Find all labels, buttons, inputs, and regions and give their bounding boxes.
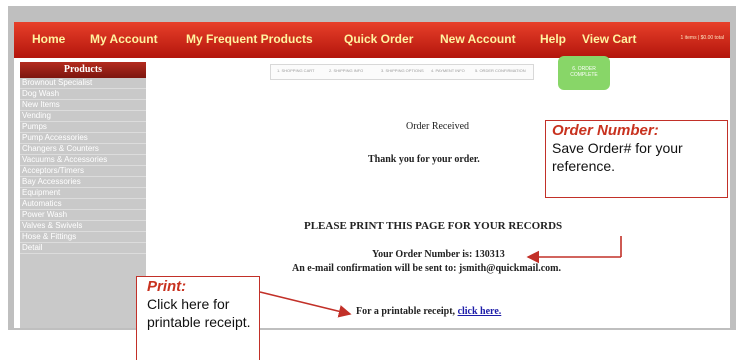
print-arrow [259, 291, 352, 318]
order-number-callout-body: Save Order# for your reference. [552, 140, 683, 174]
order-number-callout: Order Number: Save Order# for your refer… [545, 120, 728, 198]
print-callout-body: Click here for printable receipt. [147, 296, 251, 330]
print-callout: Print: Click here for printable receipt. [136, 276, 260, 360]
order-number-callout-title: Order Number: [552, 122, 659, 139]
print-callout-title: Print: [147, 278, 187, 295]
